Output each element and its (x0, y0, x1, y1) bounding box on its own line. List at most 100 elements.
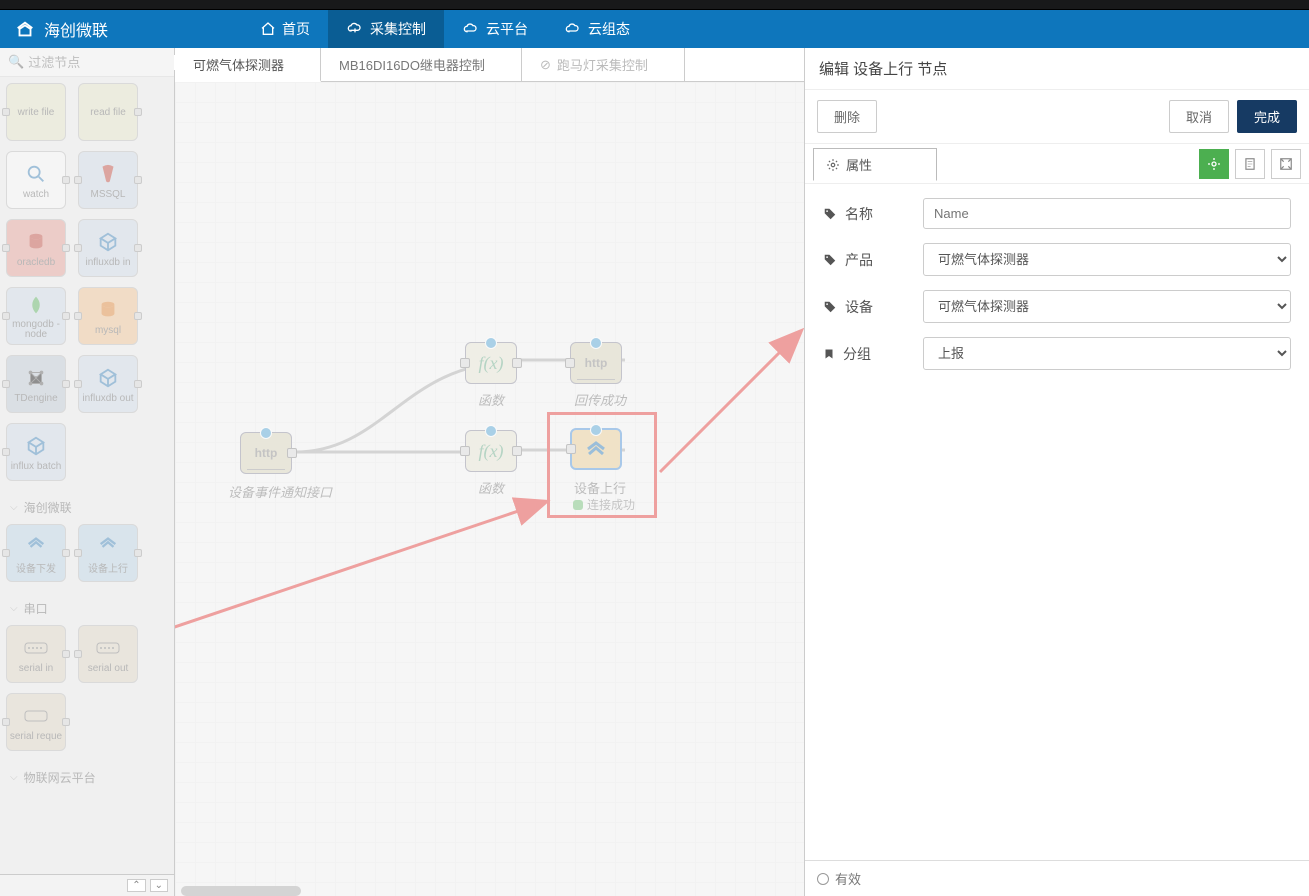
workspace: 可燃气体探测器 MB16DI16DO继电器控制 ⊘跑马灯采集控制 http 设备… (175, 48, 804, 896)
device-select[interactable]: 可燃气体探测器 (923, 290, 1291, 323)
label-name: 名称 (845, 204, 873, 224)
gear-icon (1206, 156, 1222, 172)
node-http-in[interactable]: http (240, 432, 292, 474)
cancel-button[interactable]: 取消 (1169, 100, 1229, 133)
gear-icon (826, 158, 840, 172)
category-iot-cloud[interactable]: 物联网云平台 (6, 761, 168, 794)
graph-icon (25, 367, 47, 389)
tile-serial-in[interactable]: serial in (6, 625, 66, 683)
delete-button[interactable]: 删除 (817, 100, 877, 133)
search-icon: 🔍 (8, 54, 24, 70)
label-function-1: 函数 (465, 390, 517, 409)
browser-strip (0, 0, 1309, 10)
tile-serial-request[interactable]: serial reque (6, 693, 66, 751)
tile-read-file[interactable]: read file (78, 83, 138, 141)
node-device-upstream[interactable] (570, 428, 622, 470)
panel-footer: 有效 (805, 860, 1309, 896)
node-function-2[interactable]: f(x) (465, 430, 517, 472)
tile-tdengine[interactable]: TDengine (6, 355, 66, 413)
document-icon (1243, 156, 1257, 172)
collapse-up-icon[interactable]: ⌃ (127, 879, 145, 892)
bookmark-icon (823, 347, 835, 361)
tile-oracledb[interactable]: oracledb (6, 219, 66, 277)
status-connected: 连接成功 (573, 496, 635, 513)
label-http-in: 设备事件通知接口 (215, 482, 345, 501)
home-icon (260, 21, 276, 37)
db-icon (25, 231, 47, 253)
serial-icon (95, 641, 121, 655)
name-input[interactable] (923, 198, 1291, 229)
expand-button[interactable] (1271, 149, 1301, 179)
tile-write-file[interactable]: write file (6, 83, 66, 141)
label-device-upstream: 设备上行 (565, 478, 635, 497)
tile-device-up[interactable]: 设备上行 (78, 524, 138, 582)
node-palette: 🔍 write file read file watch MSSQL oracl… (0, 48, 175, 896)
nav-home[interactable]: 首页 (242, 10, 328, 48)
tag-icon (823, 207, 837, 221)
top-navbar: 海创微联 首页 采集控制 云平台 云组态 (0, 10, 1309, 48)
category-serial[interactable]: 串口 (6, 592, 168, 625)
docs-button[interactable] (1235, 149, 1265, 179)
logo-icon (14, 18, 36, 40)
properties-tab[interactable]: 属性 (813, 148, 937, 181)
tag-icon (823, 253, 837, 267)
panel-title: 编辑 设备上行 节点 (805, 48, 1309, 90)
logo-small-icon (96, 534, 120, 556)
cube-icon (97, 367, 119, 389)
collapse-down-icon[interactable]: ⌄ (150, 879, 168, 892)
tab-relay[interactable]: MB16DI16DO继电器控制 (321, 48, 522, 81)
category-hcwl[interactable]: 海创微联 (6, 491, 168, 524)
serial-icon (23, 641, 49, 655)
label-group: 分组 (843, 344, 871, 364)
label-http-response: 回传成功 (555, 390, 645, 409)
leaf-icon (26, 294, 46, 316)
tile-influxdb-out[interactable]: influxdb out (78, 355, 138, 413)
magnifier-icon (25, 163, 47, 185)
flow-canvas[interactable]: http 设备事件通知接口 f(x) 函数 f(x) 函数 http (175, 82, 804, 896)
tile-mysql[interactable]: mysql (78, 287, 138, 345)
label-function-2: 函数 (465, 478, 517, 497)
palette-search[interactable]: 🔍 (0, 48, 174, 77)
tab-gas-detector[interactable]: 可燃气体探测器 (175, 48, 321, 82)
nav-cloudcfg[interactable]: 云组态 (546, 10, 648, 48)
serial-icon (23, 709, 49, 723)
label-device: 设备 (845, 297, 873, 317)
tile-influx-batch[interactable]: influx batch (6, 423, 66, 481)
mssql-icon (97, 163, 119, 185)
node-http-response[interactable]: http (570, 342, 622, 384)
tag-icon (823, 300, 837, 314)
cube-icon (25, 435, 47, 457)
tile-mssql[interactable]: MSSQL (78, 151, 138, 209)
tab-marquee[interactable]: ⊘跑马灯采集控制 (522, 48, 685, 81)
label-product: 产品 (845, 250, 873, 270)
horizontal-scrollbar[interactable] (181, 886, 301, 896)
product-select[interactable]: 可燃气体探测器 (923, 243, 1291, 276)
enabled-radio[interactable] (817, 873, 829, 885)
brand: 海创微联 (0, 17, 122, 41)
db-icon (97, 299, 119, 321)
enabled-label: 有效 (835, 869, 861, 888)
cube-icon (97, 231, 119, 253)
tile-serial-out[interactable]: serial out (78, 625, 138, 683)
expand-icon (1279, 157, 1293, 171)
tile-influxdb-in[interactable]: influxdb in (78, 219, 138, 277)
done-button[interactable]: 完成 (1237, 100, 1297, 133)
logo-small-icon (582, 437, 610, 461)
edit-panel: 编辑 设备上行 节点 删除 取消 完成 属性 名称 产品 (804, 48, 1309, 896)
settings-button[interactable] (1199, 149, 1229, 179)
palette-footer: ⌃ ⌄ (0, 874, 174, 896)
logo-small-icon (24, 534, 48, 556)
node-function-1[interactable]: f(x) (465, 342, 517, 384)
tile-mongodb-node[interactable]: mongodb - node (6, 287, 66, 345)
tile-watch[interactable]: watch (6, 151, 66, 209)
cloud-config-icon (564, 21, 582, 37)
nav-collect[interactable]: 采集控制 (328, 10, 444, 48)
cloud-gear-icon (346, 21, 364, 37)
nav-cloud[interactable]: 云平台 (444, 10, 546, 48)
tile-device-down[interactable]: 设备下发 (6, 524, 66, 582)
disabled-icon: ⊘ (540, 57, 551, 73)
group-select[interactable]: 上报 (923, 337, 1291, 370)
properties-form: 名称 产品 可燃气体探测器 设备 可燃气体探测器 分组 上报 (805, 184, 1309, 860)
brand-text: 海创微联 (44, 17, 108, 41)
flow-tabs: 可燃气体探测器 MB16DI16DO继电器控制 ⊘跑马灯采集控制 (175, 48, 804, 82)
